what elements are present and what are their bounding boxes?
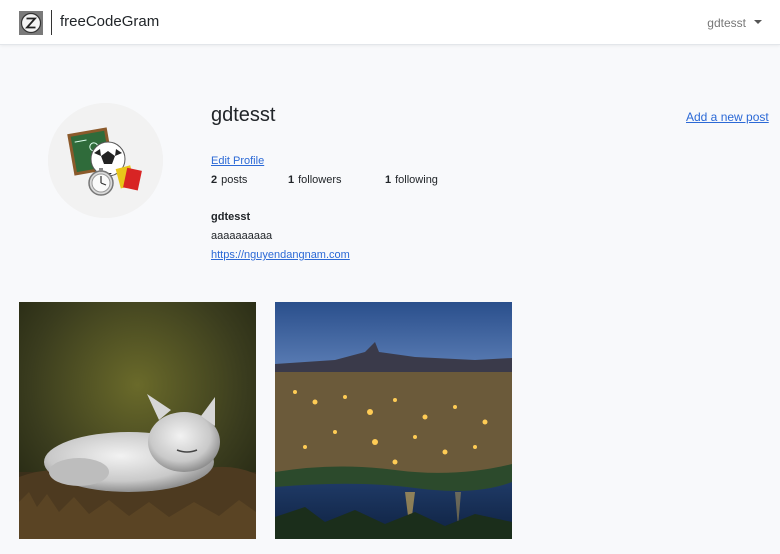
user-dropdown-toggle[interactable]: gdtesst — [707, 16, 762, 30]
following-count-stat: 1 following — [385, 174, 438, 186]
post-thumbnail-night-city[interactable] — [275, 302, 512, 539]
soccer-referee-icon — [48, 103, 163, 218]
posts-count-stat: 2 posts — [211, 174, 247, 186]
user-menu-label: gdtesst — [707, 16, 746, 30]
add-new-post-link[interactable]: Add a new post — [686, 110, 769, 124]
profile-username: gdtesst — [211, 104, 276, 126]
caret-down-icon — [754, 20, 762, 24]
posts-count: 2 — [211, 174, 218, 186]
posts-label: posts — [221, 174, 248, 186]
followers-count: 1 — [288, 174, 295, 186]
followers-label: followers — [298, 174, 342, 186]
profile-website-link[interactable]: https://nguyendangnam.com — [211, 249, 350, 261]
edit-profile-link[interactable]: Edit Profile — [211, 155, 264, 167]
post-thumbnail-arctic-fox[interactable] — [19, 302, 256, 539]
arctic-fox-photo — [19, 302, 256, 539]
avatar — [48, 103, 163, 218]
profile-title: gdtesst — [211, 211, 251, 223]
profile-description: aaaaaaaaaa — [211, 230, 273, 242]
following-count: 1 — [385, 174, 392, 186]
brand-name[interactable]: freeCodeGram — [60, 13, 159, 30]
brand-divider — [51, 10, 52, 35]
following-label: following — [395, 174, 438, 186]
navbar: freeCodeGram gdtesst — [0, 0, 780, 45]
followers-count-stat: 1 followers — [288, 174, 342, 186]
z-logo-icon[interactable] — [19, 11, 43, 35]
night-city-photo — [275, 302, 512, 539]
